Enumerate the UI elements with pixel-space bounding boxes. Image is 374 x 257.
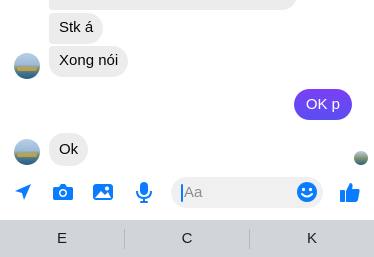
seen-receipt-avatar [354, 151, 368, 165]
suggestion-item[interactable]: E [0, 220, 124, 257]
text-cursor [181, 184, 183, 202]
message-text: OK p [305, 96, 340, 113]
suggestion-item[interactable]: K [250, 220, 374, 257]
suggestion-label: C [181, 230, 193, 247]
message-text: Xong nói [59, 52, 119, 69]
emoji-icon[interactable] [296, 181, 318, 203]
message-bubble-outgoing[interactable]: OK p [293, 89, 352, 120]
suggestion-item[interactable]: C [125, 220, 249, 257]
suggestion-label: E [56, 230, 67, 247]
microphone-icon[interactable] [133, 181, 155, 203]
camera-icon[interactable] [52, 181, 74, 203]
message-text: Ok [59, 141, 79, 158]
photo-icon[interactable] [92, 181, 114, 203]
message-input[interactable] [184, 177, 294, 208]
avatar[interactable] [14, 139, 40, 165]
message-bubble-incoming[interactable]: Xong nói [49, 46, 129, 77]
message-input-container[interactable] [171, 177, 323, 208]
keyboard-suggestion-bar: E C K [0, 220, 374, 257]
message-text: Stk á [59, 19, 94, 36]
message-bubble-incoming[interactable]: Stk á [49, 13, 104, 44]
location-arrow-icon[interactable] [12, 181, 34, 203]
composer-bar [0, 170, 374, 214]
message-bubble-incoming[interactable]: Ok [49, 133, 89, 166]
message-bubble-incoming-cut[interactable] [49, 0, 297, 10]
avatar[interactable] [14, 53, 40, 79]
chat-thread: Stk á Xong nói OK p Ok [0, 0, 374, 170]
suggestion-label: K [306, 230, 317, 247]
thumbs-up-icon[interactable] [339, 181, 361, 203]
